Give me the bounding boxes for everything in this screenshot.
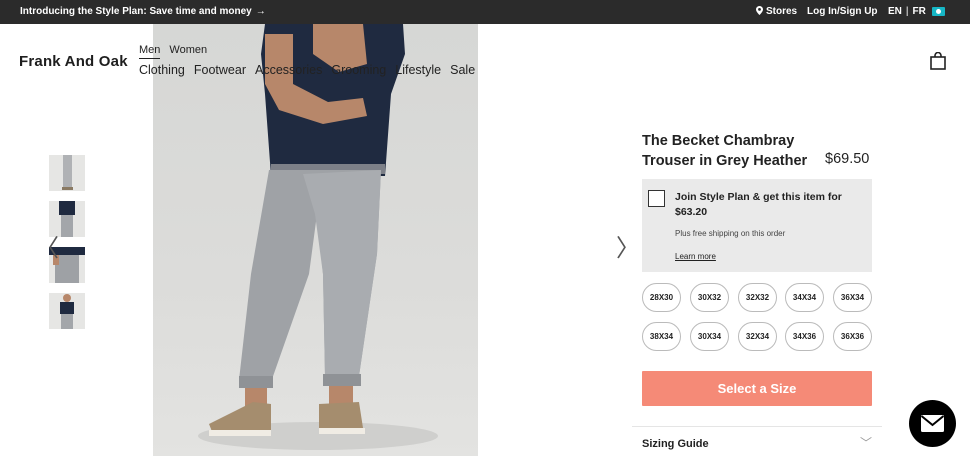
stores-link[interactable]: Stores [756,6,797,17]
size-option[interactable]: 36X34 [833,283,872,312]
product-main-image [153,24,478,456]
size-option[interactable]: 34X34 [785,283,824,312]
tab-men[interactable]: Men [139,44,161,59]
promo-text: Introducing the Style Plan: Save time an… [20,6,252,17]
size-option[interactable]: 36X36 [833,322,872,351]
login-signup-link[interactable]: Log In/Sign Up [807,6,878,17]
mail-icon [920,415,945,432]
nav-item-sale[interactable]: Sale [450,63,475,77]
promo-link[interactable]: Introducing the Style Plan: Save time an… [20,6,266,17]
lang-fr[interactable]: FR [913,6,926,17]
language-switcher: EN | FR [888,6,926,17]
thumbnail-4[interactable] [49,293,85,329]
size-option[interactable]: 28X30 [642,283,681,312]
style-plan-checkbox[interactable] [648,190,665,207]
size-option[interactable]: 32X32 [738,283,777,312]
nav-item-lifestyle[interactable]: Lifestyle [395,63,441,77]
learn-more-link[interactable]: Learn more [675,252,716,261]
sizing-guide-toggle[interactable]: Sizing Guide [642,438,709,450]
product-title: The Becket Chambray Trouser in Grey Heat… [642,133,808,169]
size-option[interactable]: 30X34 [690,322,729,351]
tab-women[interactable]: Women [169,44,207,56]
chevron-down-icon[interactable]: ﹀ [860,434,872,451]
size-option[interactable]: 30X32 [690,283,729,312]
nav-item-accessories[interactable]: Accessories [255,63,322,77]
nav-item-grooming[interactable]: Grooming [331,63,386,77]
style-plan-text: Join Style Plan & get this item for $63.… [675,191,842,218]
thumbnail-1[interactable] [49,155,85,191]
canada-flag-icon[interactable] [932,7,945,16]
arrow-right-icon: → [255,6,266,17]
style-plan-shipping: Plus free shipping on this order [675,229,786,238]
chevron-left-icon[interactable]: 〈 [35,228,59,263]
nav-item-clothing[interactable]: Clothing [139,63,185,77]
brand-logo[interactable]: Frank And Oak [19,53,128,70]
lang-en[interactable]: EN [888,6,902,17]
size-option[interactable]: 34X36 [785,322,824,351]
nav-item-footwear[interactable]: Footwear [194,63,246,77]
chevron-right-icon[interactable]: 〉 [616,228,640,263]
select-size-button[interactable]: Select a Size [642,371,872,406]
main-nav: Clothing Footwear Accessories Grooming Lifes… [139,63,484,77]
shopping-bag-icon[interactable] [930,52,946,70]
location-pin-icon [756,6,763,15]
product-price: $69.50 [825,151,870,167]
divider [632,426,882,427]
style-plan-box: Join Style Plan & get this item for $63.… [642,179,872,272]
stores-label: Stores [766,6,798,17]
lang-separator: | [905,6,909,17]
top-announcement-bar: Introducing the Style Plan: Save time an… [0,0,970,24]
size-option[interactable]: 32X34 [738,322,777,351]
chat-button[interactable] [909,400,956,447]
size-option[interactable]: 38X34 [642,322,681,351]
gender-tabs: Men Women [139,44,216,59]
